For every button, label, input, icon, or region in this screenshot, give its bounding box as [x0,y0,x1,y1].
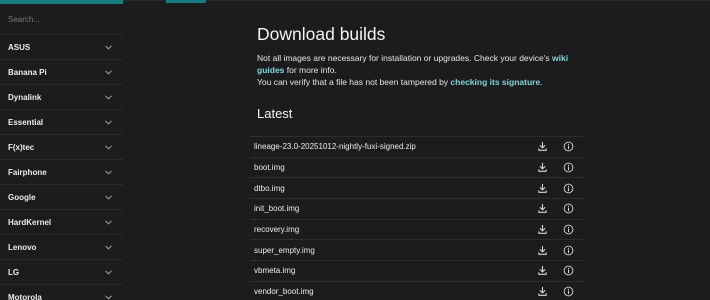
info-icon[interactable] [563,162,574,173]
chevron-down-icon[interactable] [104,293,113,300]
download-icon[interactable] [537,265,548,276]
sidebar: ASUS Banana Pi Dynalink Essential F(x)tec Fai… [0,4,123,300]
chevron-down-icon[interactable] [104,268,113,277]
latest-heading: Latest [257,106,293,121]
intro-line1-prefix: Not all images are necessary for install… [257,53,553,63]
vendor-label: LG [8,267,20,277]
file-row: vendor_boot.img [250,280,585,300]
vendor-label: Lenovo [8,242,37,252]
sidebar-vendor-item[interactable]: Motorola [0,285,123,300]
chevron-down-icon[interactable] [104,118,113,127]
file-name[interactable]: dtbo.img [254,184,285,193]
file-name[interactable]: init_boot.img [254,204,299,213]
chevron-down-icon[interactable] [104,243,113,252]
chevron-down-icon[interactable] [104,143,113,152]
vendor-label: Motorola [8,292,42,300]
sidebar-vendor-item[interactable]: HardKernel [0,210,123,235]
vendor-label: F(x)tec [8,142,35,152]
page-title: Download builds [257,24,386,44]
sidebar-vendor-item[interactable]: Dynalink [0,85,123,110]
sidebar-vendor-item[interactable]: Essential [0,110,123,135]
chevron-down-icon[interactable] [104,43,113,52]
file-row: vbmeta.img [250,260,585,281]
info-icon[interactable] [563,203,574,214]
file-table: lineage-23.0-20251012-nightly-fuxi-signe… [250,136,585,300]
sidebar-vendor-item[interactable]: Google [0,185,123,210]
file-name[interactable]: super_empty.img [254,246,315,255]
vendor-label: Banana Pi [8,67,47,77]
download-icon[interactable] [537,286,548,297]
download-icon[interactable] [537,203,548,214]
download-icon[interactable] [537,183,548,194]
page-root: ASUS Banana Pi Dynalink Essential F(x)tec Fai… [0,0,710,300]
chevron-down-icon[interactable] [104,193,113,202]
sidebar-vendor-item[interactable]: Banana Pi [0,60,123,85]
sidebar-vendor-item[interactable]: ASUS [0,35,123,60]
file-name[interactable]: lineage-23.0-20251012-nightly-fuxi-signe… [254,142,416,151]
sidebar-vendor-item[interactable]: Lenovo [0,235,123,260]
chevron-down-icon[interactable] [104,168,113,177]
file-row: lineage-23.0-20251012-nightly-fuxi-signe… [250,136,585,157]
file-name[interactable]: vendor_boot.img [254,287,314,296]
download-icon[interactable] [537,245,548,256]
file-name[interactable]: vbmeta.img [254,266,295,275]
sidebar-vendor-item[interactable]: Fairphone [0,160,123,185]
vendor-label: Google [8,192,36,202]
intro-line1-suffix: for more info. [284,65,337,75]
vendor-label: HardKernel [8,217,52,227]
chevron-down-icon[interactable] [104,93,113,102]
download-icon[interactable] [537,162,548,173]
download-icon[interactable] [537,141,548,152]
download-icon[interactable] [537,224,548,235]
vendor-label: Essential [8,117,44,127]
file-row: boot.img [250,156,585,178]
search-bar [0,4,123,35]
info-icon[interactable] [563,286,574,297]
file-row: recovery.img [250,218,585,240]
chevron-down-icon[interactable] [104,218,113,227]
file-row: super_empty.img [250,239,585,260]
file-row: dtbo.img [250,177,585,198]
intro-line2-suffix: . [540,77,543,87]
active-tab-indicator[interactable] [166,0,206,3]
sidebar-vendor-item[interactable]: LG [0,260,123,285]
signature-link[interactable]: checking its signature [450,77,540,87]
search-input[interactable] [8,14,108,24]
file-name[interactable]: recovery.img [254,225,299,234]
info-icon[interactable] [563,224,574,235]
sidebar-vendor-item[interactable]: F(x)tec [0,135,123,160]
top-divider [123,0,710,1]
info-icon[interactable] [563,183,574,194]
info-icon[interactable] [563,245,574,256]
file-name[interactable]: boot.img [254,163,285,172]
info-icon[interactable] [563,265,574,276]
vendor-label: Fairphone [8,167,47,177]
vendor-label: Dynalink [8,92,42,102]
intro-line2-prefix: You can verify that a file has not been … [257,77,451,87]
vendor-list: ASUS Banana Pi Dynalink Essential F(x)tec Fai… [0,35,123,300]
intro-text: Not all images are necessary for install… [257,52,587,88]
chevron-down-icon[interactable] [104,68,113,77]
vendor-label: ASUS [8,42,31,52]
info-icon[interactable] [563,141,574,152]
file-row: init_boot.img [250,198,585,219]
